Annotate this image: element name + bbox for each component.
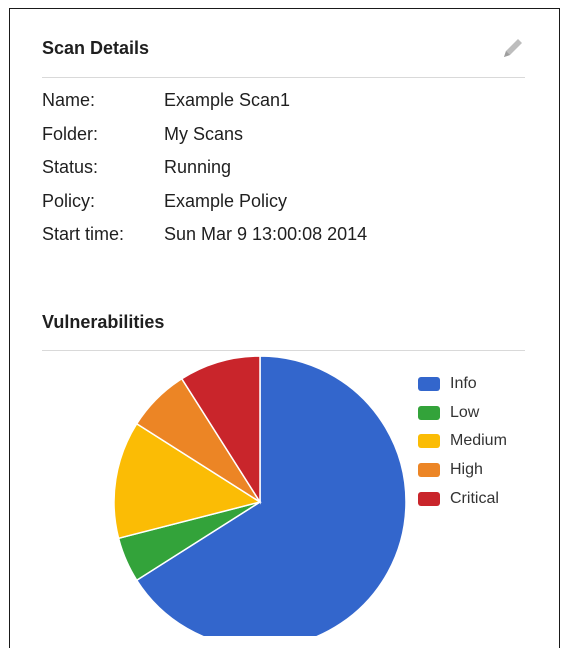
- legend-item-critical[interactable]: Critical: [418, 484, 507, 513]
- legend-item-high[interactable]: High: [418, 456, 507, 485]
- legend-swatch: [418, 463, 440, 478]
- legend-label: Info: [450, 375, 477, 393]
- legend-swatch: [418, 405, 440, 420]
- legend-label: Low: [450, 403, 480, 421]
- legend-item-info[interactable]: Info: [418, 370, 507, 399]
- legend-swatch: [418, 491, 440, 506]
- legend-swatch: [418, 434, 440, 449]
- vulnerabilities-pie-chart: [113, 355, 407, 636]
- legend-label: High: [450, 461, 483, 479]
- legend-swatch: [418, 377, 440, 392]
- legend-item-low[interactable]: Low: [418, 399, 507, 428]
- legend-label: Medium: [450, 432, 507, 450]
- legend-item-medium[interactable]: Medium: [418, 427, 507, 456]
- legend-label: Critical: [450, 489, 499, 507]
- chart-legend: Info Low Medium High Critical: [418, 370, 507, 513]
